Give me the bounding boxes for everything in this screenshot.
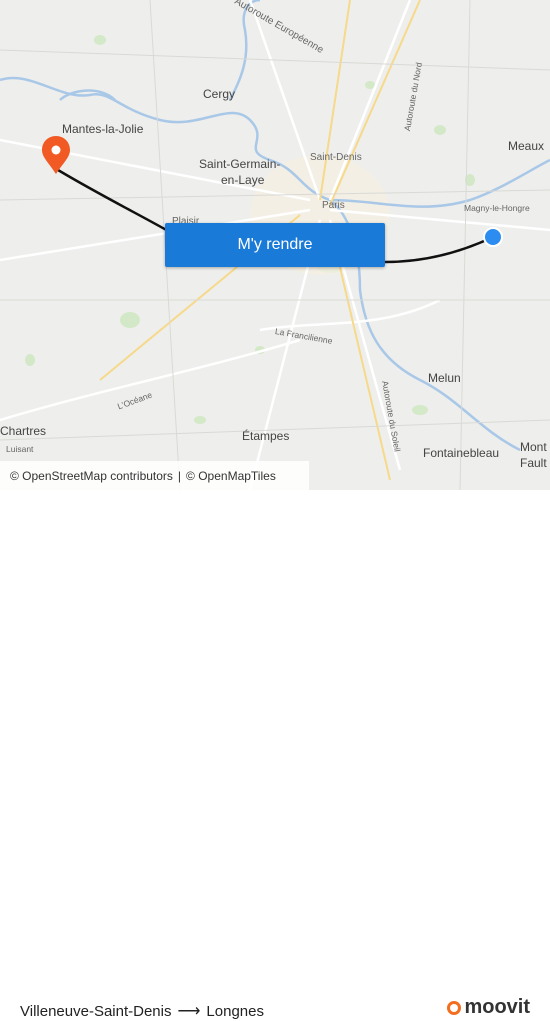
- destination-name: Longnes: [206, 1002, 264, 1020]
- map-view[interactable]: Autoroute Européenne Autoroute du Nord C…: [0, 0, 550, 490]
- label-paris: Paris: [322, 200, 345, 211]
- moovit-logo[interactable]: moovit: [447, 996, 530, 1019]
- origin-name: Villeneuve-Saint-Denis: [20, 1002, 172, 1020]
- label-etampes: Étampes: [242, 429, 290, 443]
- moovit-logo-icon: [447, 1000, 462, 1015]
- label-saint-denis: Saint-Denis: [310, 152, 362, 163]
- origin-marker-icon: [483, 227, 503, 247]
- label-luisant: Luisant: [6, 444, 34, 454]
- label-montereau-1: Mont: [520, 440, 547, 454]
- label-saint-germain-2: en-Laye: [221, 173, 265, 187]
- destination-pin-icon: [42, 136, 70, 174]
- label-mantes-la-jolie: Mantes-la-Jolie: [62, 122, 144, 136]
- label-fontainebleau: Fontainebleau: [423, 446, 500, 460]
- attribution-separator: |: [177, 468, 182, 483]
- brand-name: moovit: [464, 996, 530, 1018]
- route-summary: Villeneuve-Saint-Denis ⟶ Longnes: [20, 1001, 264, 1021]
- footer-bar: Villeneuve-Saint-Denis ⟶ Longnes moovit: [0, 490, 550, 1020]
- label-meaux: Meaux: [508, 139, 545, 153]
- label-saint-germain-1: Saint-Germain-: [199, 157, 281, 171]
- get-directions-button[interactable]: M'y rendre: [165, 223, 385, 267]
- label-montereau-2: Fault: [520, 456, 547, 470]
- label-magny-le-hongre: Magny-le-Hongre: [464, 203, 530, 213]
- label-chartres: Chartres: [0, 424, 47, 438]
- label-cergy: Cergy: [203, 87, 236, 101]
- map-attribution: © OpenStreetMap contributors | © OpenMap…: [0, 461, 309, 490]
- openmaptiles-link[interactable]: © OpenMapTiles: [186, 469, 276, 483]
- arrow-right-icon: ⟶: [177, 1003, 201, 1020]
- osm-contributors-link[interactable]: © OpenStreetMap contributors: [10, 469, 173, 483]
- label-melun: Melun: [428, 371, 461, 385]
